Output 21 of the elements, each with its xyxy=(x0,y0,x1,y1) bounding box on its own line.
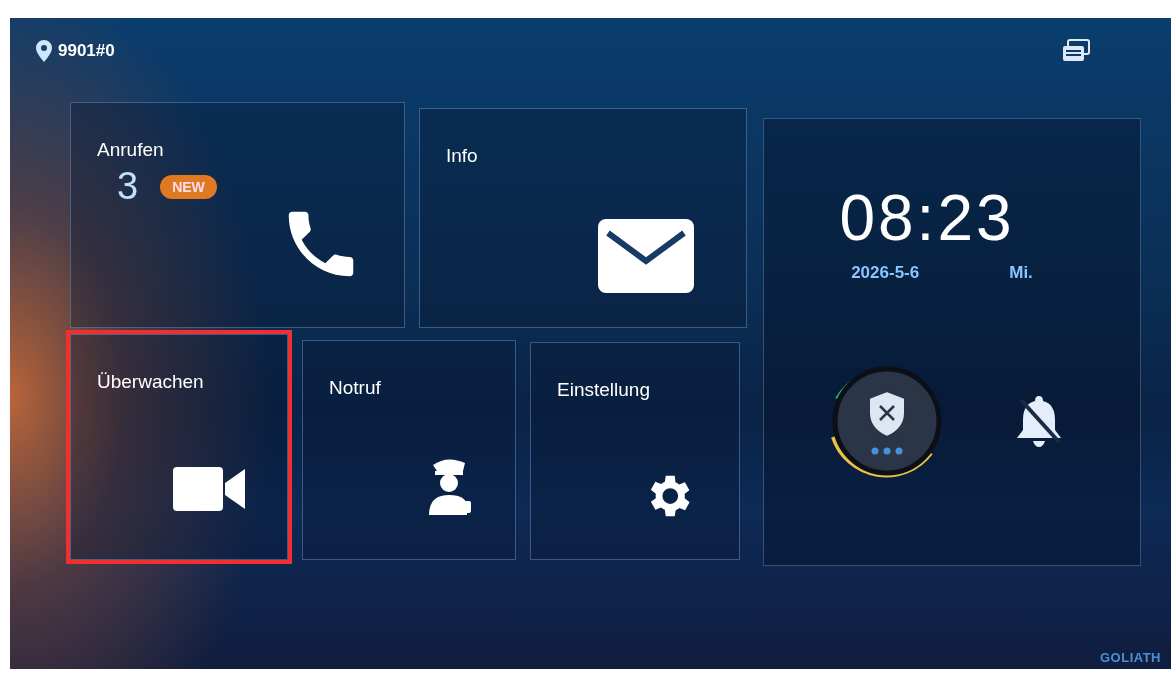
clock-time: 08:23 xyxy=(839,181,1015,255)
info-tile[interactable]: Info xyxy=(419,108,747,328)
envelope-icon xyxy=(598,219,694,293)
tile-label: Info xyxy=(446,145,478,167)
calls-tile[interactable]: Anrufen 3 NEW xyxy=(70,102,405,328)
tile-label: Notruf xyxy=(329,377,381,399)
date-label: 2026-5-6 xyxy=(851,263,920,283)
brand-logo: GOLIATH xyxy=(1099,650,1161,665)
location-label: 9901#0 xyxy=(58,41,115,61)
windows-icon[interactable] xyxy=(1061,39,1091,63)
new-badge: NEW xyxy=(160,174,217,199)
location-pin-icon xyxy=(36,40,52,62)
tile-label: Anrufen xyxy=(97,139,164,161)
police-officer-icon xyxy=(427,457,473,515)
tile-label: Einstellung xyxy=(557,379,650,401)
video-camera-icon xyxy=(173,467,245,511)
missed-call-count: 3 xyxy=(117,165,139,208)
emergency-tile[interactable]: Notruf xyxy=(302,340,516,560)
tile-label: Überwachen xyxy=(97,371,204,393)
settings-tile[interactable]: Einstellung xyxy=(530,342,740,560)
weekday-label: Mi. xyxy=(1009,263,1033,283)
